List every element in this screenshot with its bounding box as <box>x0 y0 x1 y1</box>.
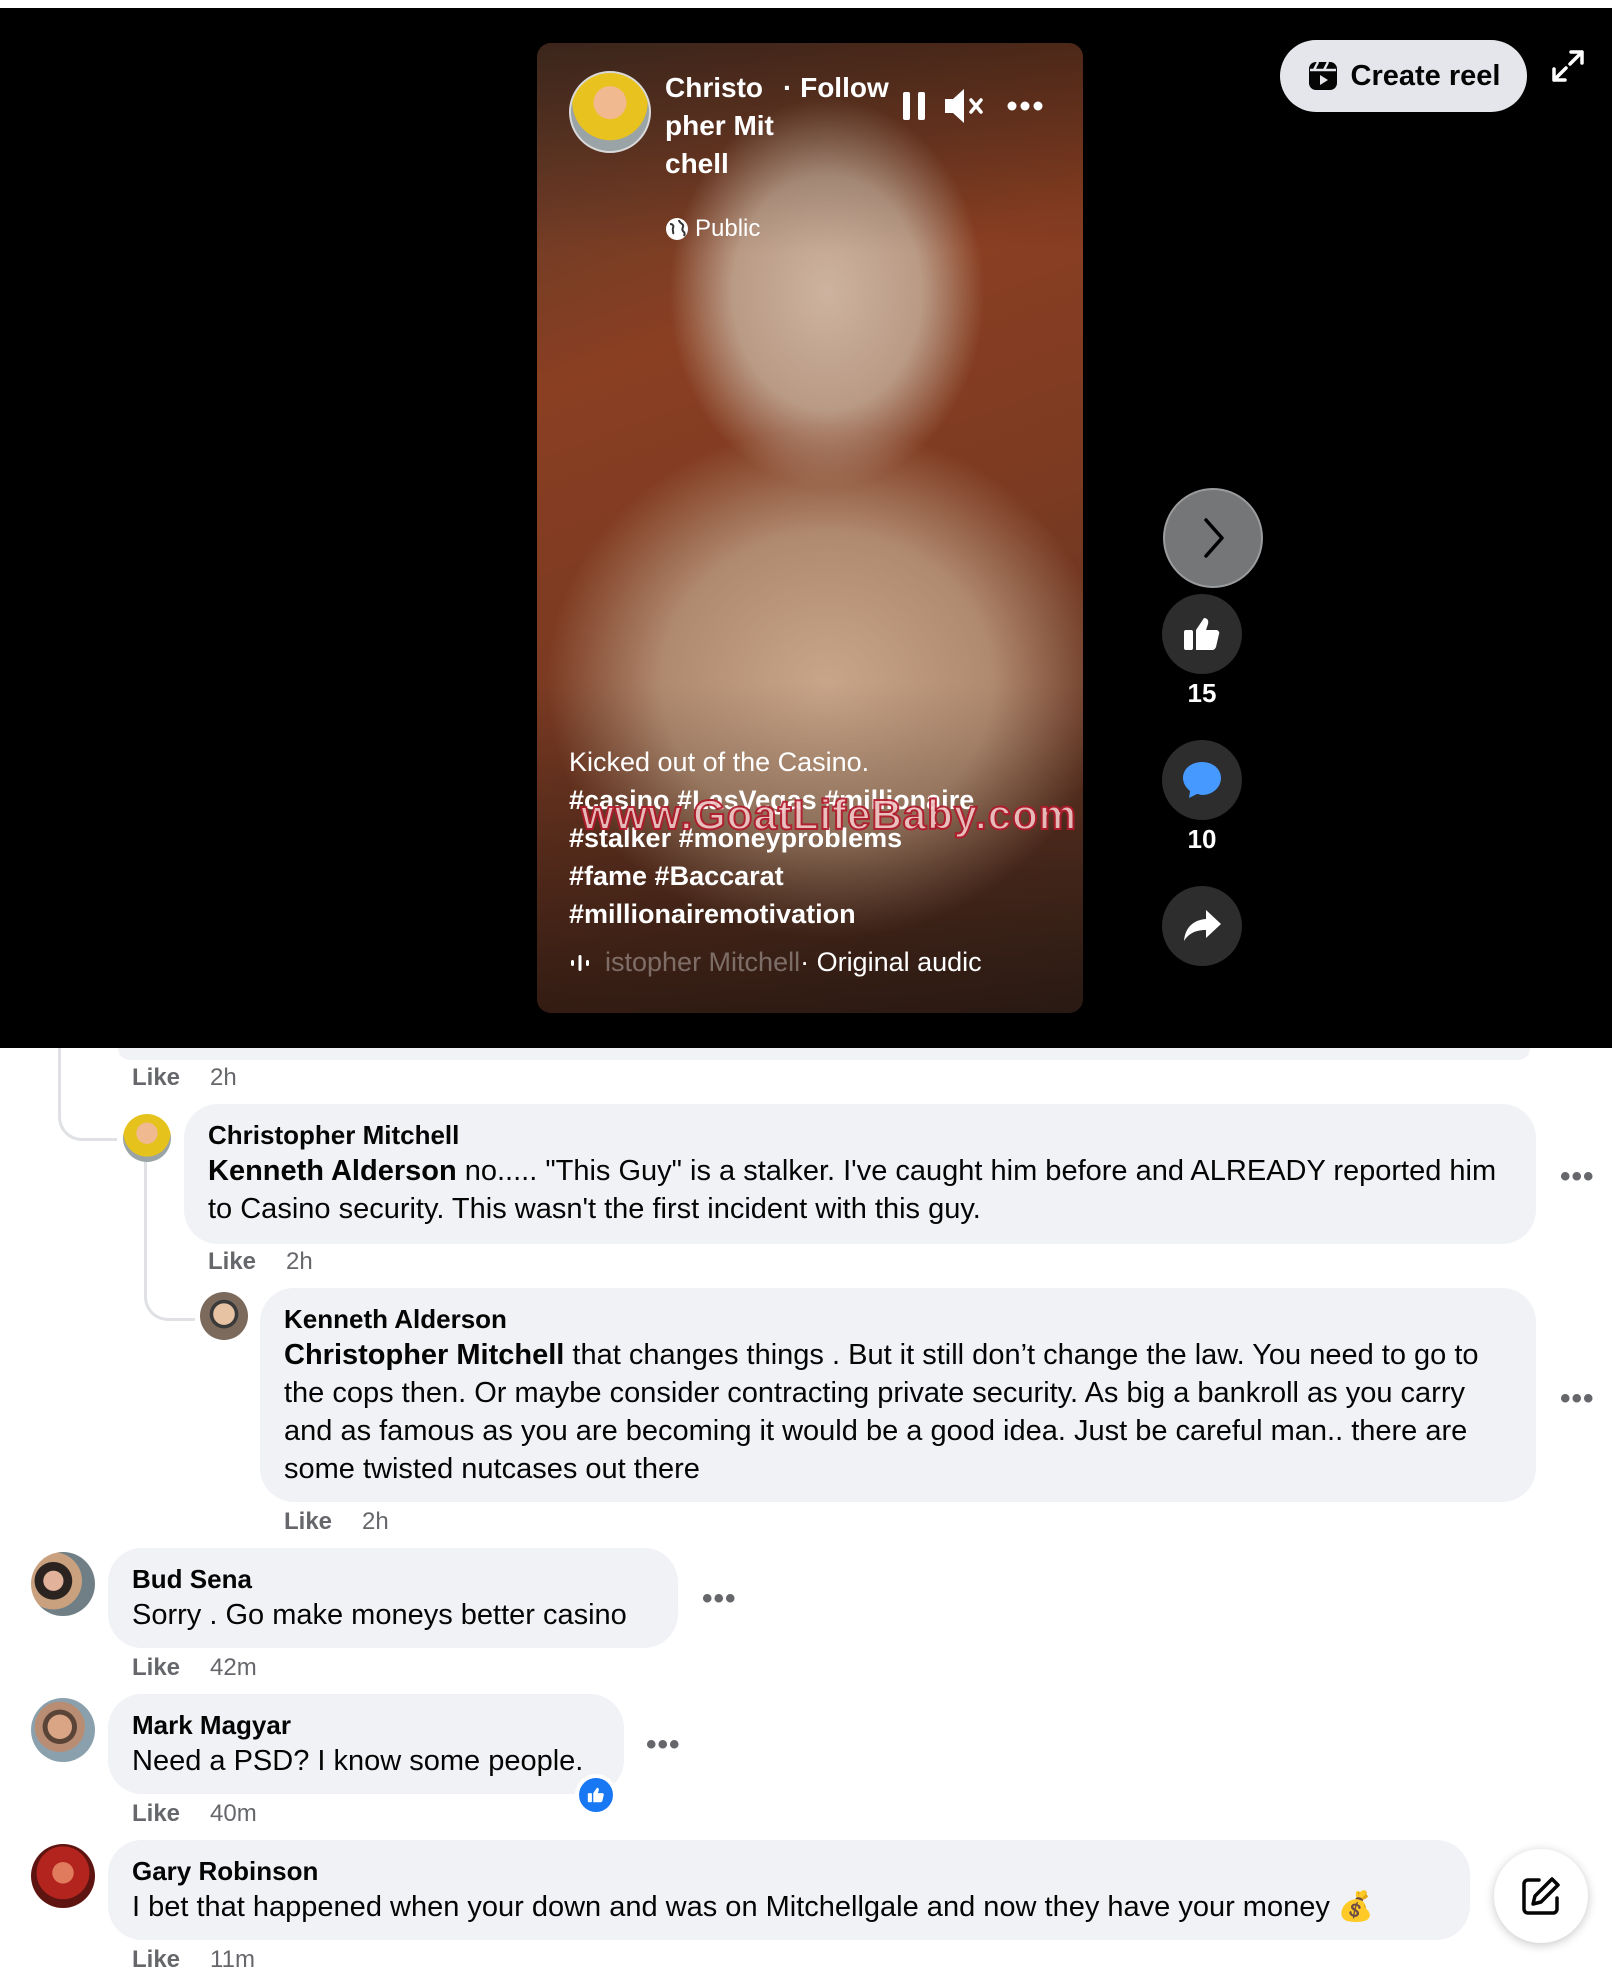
thread-connector <box>58 1048 117 1141</box>
new-message-button[interactable] <box>1494 1849 1588 1943</box>
fullscreen-icon[interactable] <box>1550 48 1586 84</box>
privacy-text: Public <box>695 215 761 242</box>
previous-comment-bubble-edge <box>118 1048 1530 1060</box>
comment-author[interactable]: Kenneth Alderson <box>284 1302 1512 1336</box>
avatar[interactable] <box>200 1292 248 1340</box>
chevron-right-icon <box>1204 518 1224 558</box>
like-link[interactable]: Like <box>208 1248 256 1276</box>
comment-mention[interactable]: Kenneth Alderson <box>208 1155 457 1187</box>
comment-text: Sorry . Go make moneys better casino <box>132 1599 627 1631</box>
comment-bubble: Kenneth Alderson Christopher Mitchell th… <box>260 1288 1536 1502</box>
comment-meta: Like 40m <box>132 1800 257 1828</box>
comment-count: 10 <box>1187 824 1217 854</box>
more-options-icon[interactable] <box>1007 101 1043 111</box>
reel-author-avatar[interactable] <box>569 71 651 153</box>
comment-time: 11m <box>210 1946 255 1973</box>
comment-author[interactable]: Bud Sena <box>132 1562 654 1596</box>
like-button[interactable] <box>1162 594 1242 674</box>
avatar[interactable] <box>123 1114 171 1162</box>
avatar[interactable] <box>31 1552 95 1616</box>
comment-text: Christopher Mitchell that changes things… <box>284 1336 1512 1488</box>
comment-meta: Like 2h <box>208 1248 313 1276</box>
globe-icon <box>666 218 688 240</box>
caption-hashtags-4[interactable]: #millionairemotivation <box>569 895 1059 933</box>
comment-more-icon[interactable]: ••• <box>1560 1382 1595 1416</box>
audio-wave-icon <box>571 954 589 971</box>
comment-bubble: Mark Magyar Need a PSD? I know some peop… <box>108 1694 624 1794</box>
comment-icon <box>1183 762 1221 798</box>
comment-author[interactable]: Gary Robinson <box>132 1854 1446 1888</box>
top-border <box>0 0 1612 8</box>
like-link[interactable]: Like <box>132 1064 180 1092</box>
caption-hashtags-3[interactable]: #fame #Baccarat <box>569 857 1059 895</box>
comment-meta: Like 2h <box>284 1508 389 1536</box>
next-reel-button[interactable] <box>1163 488 1263 588</box>
comment-more-icon[interactable]: ••• <box>1560 1160 1595 1194</box>
like-link[interactable]: Like <box>132 1946 180 1974</box>
thumbs-up-icon <box>1184 618 1220 650</box>
comment-time: 2h <box>362 1508 389 1535</box>
comment-time: 2h <box>210 1064 237 1091</box>
avatar[interactable] <box>31 1698 95 1762</box>
privacy-label: Public <box>665 215 760 243</box>
like-count: 15 <box>1187 678 1217 708</box>
video-watermark: www.GoatLifeBaby.com <box>580 790 1078 839</box>
comment-meta: Like 42m <box>132 1654 257 1682</box>
like-link[interactable]: Like <box>132 1654 180 1682</box>
audio-title-text: · Original audic <box>800 947 982 977</box>
reel-video[interactable]: Christopher Mitchell · Follow Public Kic… <box>537 43 1083 1013</box>
share-button[interactable] <box>1162 886 1242 966</box>
pause-icon[interactable] <box>901 89 927 123</box>
create-reel-button[interactable]: Create reel <box>1280 40 1527 112</box>
comment-text: Need a PSD? I know some people. <box>132 1745 584 1777</box>
like-link[interactable]: Like <box>284 1508 332 1536</box>
comment-button[interactable] <box>1162 740 1242 820</box>
comment-bubble: Gary Robinson I bet that happened when y… <box>108 1840 1470 1940</box>
comment-bubble: Christopher Mitchell Kenneth Alderson no… <box>184 1104 1536 1244</box>
comment-more-icon[interactable]: ••• <box>702 1582 737 1616</box>
reaction-badge[interactable] <box>575 1774 617 1816</box>
comment-text: Kenneth Alderson no..... "This Guy" is a… <box>208 1152 1512 1228</box>
comment-time: 2h <box>286 1248 313 1275</box>
comment-bubble: Bud Sena Sorry . Go make moneys better c… <box>108 1548 678 1648</box>
comment-time: 40m <box>210 1800 257 1827</box>
follow-button[interactable]: · Follow <box>783 69 889 107</box>
comment-meta: Like 2h <box>132 1064 237 1092</box>
comment-more-icon[interactable]: ••• <box>646 1728 681 1762</box>
thumbs-up-icon <box>587 1787 604 1803</box>
caption-text: Kicked out of the Casino. <box>569 747 870 777</box>
avatar[interactable] <box>31 1844 95 1908</box>
comment-mention[interactable]: Christopher Mitchell <box>284 1339 564 1371</box>
comment-author[interactable]: Christopher Mitchell <box>208 1118 1512 1152</box>
create-reel-label: Create reel <box>1350 59 1501 92</box>
comment-meta: Like 11m <box>132 1946 255 1974</box>
share-icon <box>1184 910 1221 941</box>
audio-author-text: istopher Mitchell <box>605 947 801 977</box>
reel-author-name[interactable]: Christopher Mitchell <box>665 69 775 183</box>
comment-time: 42m <box>210 1654 257 1681</box>
reaction-badge-inner <box>579 1778 613 1812</box>
like-link[interactable]: Like <box>132 1800 180 1828</box>
reel-viewer: Christopher Mitchell · Follow Public Kic… <box>0 8 1612 1048</box>
comment-author[interactable]: Mark Magyar <box>132 1708 600 1742</box>
compose-icon <box>1522 1877 1560 1915</box>
reel-icon <box>1308 61 1337 90</box>
comment-text: I bet that happened when your down and w… <box>132 1891 1375 1923</box>
mute-icon[interactable] <box>943 85 987 127</box>
reel-audio[interactable]: istopher Mitchell· Original audic <box>569 947 982 978</box>
